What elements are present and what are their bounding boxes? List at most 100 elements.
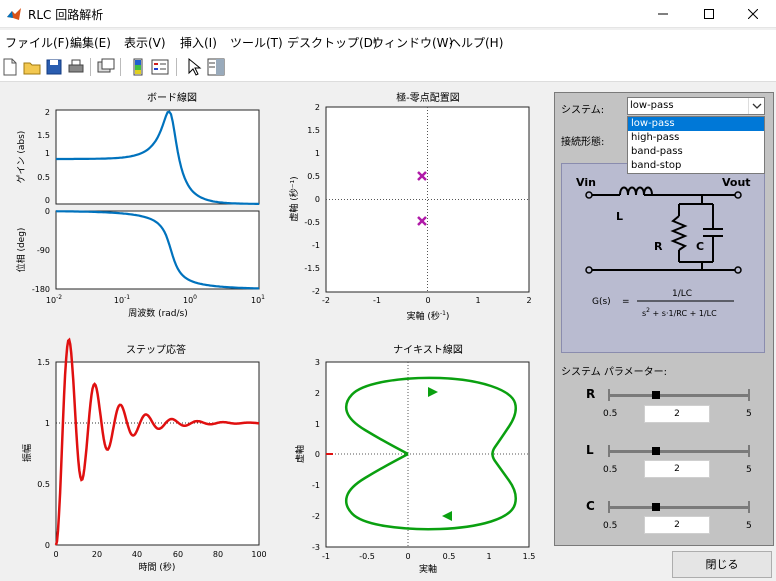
slider-c-track[interactable]	[608, 506, 749, 509]
close-window-button[interactable]	[730, 0, 776, 28]
tick-label: 100	[251, 550, 266, 559]
print-icon[interactable]	[66, 57, 86, 77]
slider-r-track[interactable]	[608, 394, 749, 397]
slider-c-value-input[interactable]: 2	[644, 516, 710, 534]
tick-label: 1.5	[523, 552, 536, 561]
toolbar	[0, 52, 776, 82]
pointer-icon[interactable]	[184, 57, 204, 77]
tick-label: 1.5	[37, 358, 50, 367]
slider-l-thumb[interactable]	[652, 447, 660, 455]
menu-window[interactable]: ウィンドウ(W)	[372, 34, 453, 51]
tick-label: 1	[315, 149, 320, 158]
title-bar: RLC 回路解析	[0, 0, 776, 28]
tick-label: -2	[312, 287, 320, 296]
maximize-button[interactable]	[686, 0, 732, 28]
terminal	[734, 266, 742, 274]
pz-xlabel: 実軸 (秒-1)	[407, 310, 450, 322]
tick-label: 0	[45, 196, 50, 205]
tick-label: 101	[251, 294, 265, 305]
system-select-value: low-pass	[630, 100, 674, 111]
slider-l-end	[748, 445, 750, 457]
tick-label: 0.5	[37, 480, 50, 489]
new-file-icon[interactable]	[0, 57, 20, 77]
menu-file[interactable]: ファイル(F)	[5, 34, 69, 51]
figure-canvas: ボード線図 2 1.5 1 0.5 0 0 -90 -180 ゲイン (abs)…	[0, 83, 548, 581]
tick-label: 1.5	[307, 126, 320, 135]
slider-l-max: 5	[746, 465, 752, 475]
tick-label: 100	[183, 294, 197, 305]
tick-label: -1	[312, 241, 320, 250]
tick-label: 1	[45, 149, 50, 158]
toolbar-separator	[176, 58, 177, 76]
slider-l-track[interactable]	[608, 450, 749, 453]
open-folder-icon[interactable]	[22, 57, 42, 77]
close-button[interactable]: 閉じる	[672, 551, 772, 578]
capacitor-label: C	[696, 240, 704, 253]
menu-help[interactable]: ヘルプ(H)	[449, 34, 503, 51]
params-label: システム パラメーター:	[561, 367, 667, 378]
colorbar-icon[interactable]	[128, 57, 148, 77]
dropdown-option-band-pass[interactable]: band-pass	[628, 145, 764, 159]
vout-label: Vout	[722, 176, 751, 189]
minimize-icon	[658, 13, 668, 15]
maximize-icon	[704, 9, 714, 19]
formula-lhs: G(s)	[592, 297, 611, 307]
bode-magnitude-axes[interactable]	[55, 109, 260, 205]
slider-l-value-input[interactable]: 2	[644, 460, 710, 478]
menu-tools[interactable]: ツール(T)	[230, 34, 283, 51]
tick-label: -1	[373, 296, 381, 305]
step-ylabel: 振幅	[21, 444, 33, 462]
dropdown-option-low-pass[interactable]: low-pass	[628, 117, 764, 131]
legend-icon[interactable]	[150, 57, 170, 77]
slider-r-value-input[interactable]: 2	[644, 405, 710, 423]
slider-l-end	[608, 445, 610, 457]
menu-desktop[interactable]: デスクトップ(D)	[287, 34, 378, 51]
tick-label: 2	[526, 296, 531, 305]
close-icon	[747, 8, 759, 20]
tick-label: -2	[322, 296, 330, 305]
tick-label: 0.5	[37, 173, 50, 182]
tick-label: 0	[425, 296, 430, 305]
system-select[interactable]: low-pass	[627, 97, 765, 115]
toolbar-separator	[90, 58, 91, 76]
slider-c-end	[608, 501, 610, 513]
dropdown-option-high-pass[interactable]: high-pass	[628, 131, 764, 145]
connection-label: 接続形態:	[561, 137, 605, 148]
tick-label: -2	[312, 512, 320, 521]
tick-label: -0.5	[304, 218, 320, 227]
resistor-symbol	[670, 215, 688, 251]
slider-r-end	[748, 389, 750, 401]
save-icon[interactable]	[44, 57, 64, 77]
slider-c-end	[748, 501, 750, 513]
tick-label: -90	[37, 246, 50, 255]
tick-label: 10-2	[46, 294, 62, 305]
property-editor-icon[interactable]	[206, 57, 226, 77]
inductor-symbol	[619, 186, 653, 196]
minimize-button[interactable]	[640, 0, 686, 28]
slider-c-thumb[interactable]	[652, 503, 660, 511]
terminal	[585, 191, 593, 199]
menu-view[interactable]: 表示(V)	[124, 34, 166, 51]
tick-label: -3	[312, 543, 320, 552]
formula-numerator: 1/LC	[672, 289, 692, 299]
menu-insert[interactable]: 挿入(I)	[180, 34, 217, 51]
pz-ylabel: 虚軸 (秒⁻¹)	[288, 176, 300, 221]
tick-label: 1	[45, 419, 50, 428]
tick-label: 0.5	[443, 552, 456, 561]
tick-label: -1	[322, 552, 330, 561]
step-xlabel: 時間 (秒)	[139, 561, 176, 573]
tick-label: 1	[315, 420, 320, 429]
tick-label: 1	[486, 552, 491, 561]
formula-denominator: s2 + s·1/RC + 1/LC	[642, 307, 717, 318]
menu-bar: ファイル(F) 編集(E) 表示(V) 挿入(I) ツール(T) デスクトップ(…	[0, 30, 776, 52]
slider-c-max: 5	[746, 521, 752, 531]
chevron-down-icon[interactable]	[748, 98, 764, 114]
pz-title: 極-零点配置図	[396, 91, 460, 104]
tick-label: 0.5	[307, 172, 320, 181]
link-plot-icon[interactable]	[96, 57, 116, 77]
menu-edit[interactable]: 編集(E)	[70, 34, 111, 51]
dropdown-option-band-stop[interactable]: band-stop	[628, 159, 764, 173]
circuit-diagram: Vin Vout L R C G(s) = 1/LC s2 + s·1/RC +…	[561, 163, 765, 353]
slider-r-thumb[interactable]	[652, 391, 660, 399]
slider-l-label: L	[586, 443, 594, 457]
